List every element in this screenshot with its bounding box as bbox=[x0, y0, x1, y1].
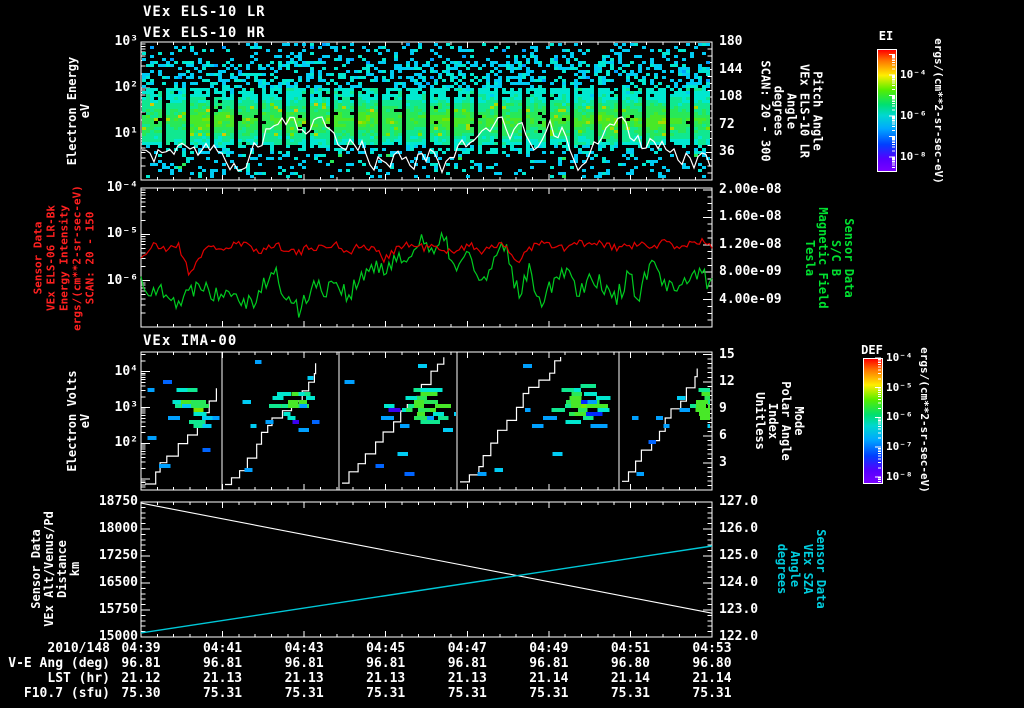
tick-label: 96.81 bbox=[202, 656, 243, 671]
tick-label: 9 bbox=[719, 400, 727, 416]
tick-label: 10⁻⁸ bbox=[886, 470, 913, 483]
tick-label: 21.14 bbox=[529, 671, 569, 686]
tick-label: 10² bbox=[114, 80, 138, 95]
tick-label: 10⁻⁵ bbox=[106, 226, 138, 242]
tick-label: 1.20e-08 bbox=[719, 236, 782, 252]
tick-label: 75.31 bbox=[529, 686, 569, 701]
tick-label: 10⁻⁵ bbox=[886, 381, 913, 394]
tick-label: 126.0 bbox=[719, 521, 759, 536]
tick-label: 96.81 bbox=[366, 656, 406, 671]
tick-label: 1.60e-08 bbox=[719, 209, 782, 225]
tick-label: 10⁻⁷ bbox=[886, 440, 913, 453]
tick-label: 18750 bbox=[98, 494, 138, 509]
tick-label: 15 bbox=[719, 346, 735, 362]
tick-label: 180 bbox=[719, 34, 743, 49]
tick-label: 4.00e-09 bbox=[719, 291, 782, 307]
tick-label: 75.31 bbox=[692, 686, 732, 701]
tick-label: 21.14 bbox=[610, 671, 650, 686]
tick-label: 10³ bbox=[114, 34, 138, 49]
tick-label: 96.80 bbox=[692, 656, 732, 671]
tick-label: 10⁻⁴ bbox=[106, 180, 138, 195]
tick-label: 17250 bbox=[98, 548, 138, 563]
tick-label: 16500 bbox=[98, 575, 138, 590]
tick-label: 75.31 bbox=[202, 686, 243, 701]
tick-label: 04:47 bbox=[447, 641, 487, 656]
tick-label: 10⁻⁸ bbox=[900, 150, 927, 163]
tick-label: 04:51 bbox=[610, 641, 650, 656]
tick-label: 8.00e-09 bbox=[719, 264, 782, 280]
tick-label: 10⁻⁶ bbox=[886, 410, 913, 423]
tick-label: 72 bbox=[719, 116, 735, 132]
tick-label: 96.81 bbox=[447, 656, 487, 671]
tick-label: 04:41 bbox=[202, 641, 243, 656]
tick-label: 21.13 bbox=[202, 671, 243, 686]
tick-label: 10⁴ bbox=[114, 363, 138, 379]
tick-label: 75.30 bbox=[121, 686, 161, 701]
tick-label: 18000 bbox=[98, 521, 138, 536]
tick-label: 75.31 bbox=[447, 686, 487, 701]
tick-label: 6 bbox=[719, 427, 727, 443]
tick-label: 96.81 bbox=[284, 656, 324, 671]
tick-label: 21.12 bbox=[121, 671, 161, 686]
tick-label: 21.14 bbox=[692, 671, 732, 686]
tick-label: 10¹ bbox=[114, 126, 138, 141]
tick-label: 96.80 bbox=[610, 656, 650, 671]
tick-label: 10⁻⁴ bbox=[886, 351, 913, 364]
tick-label: 21.13 bbox=[366, 671, 406, 686]
tick-label: 10⁻⁶ bbox=[106, 272, 138, 288]
tick-label: 96.81 bbox=[529, 656, 569, 671]
tick-label: 04:39 bbox=[121, 641, 161, 656]
tick-label: 75.31 bbox=[366, 686, 406, 701]
tick-label: 123.0 bbox=[719, 602, 759, 617]
tick-label: 108 bbox=[719, 89, 743, 105]
tick-label: 3 bbox=[719, 454, 727, 470]
tick-label: 127.0 bbox=[719, 494, 759, 509]
tick-label: 10² bbox=[114, 435, 138, 451]
tick-label: 04:43 bbox=[284, 641, 324, 656]
tick-label: 144 bbox=[719, 61, 743, 77]
tick-label: 75.31 bbox=[610, 686, 650, 701]
tick-label: 12 bbox=[719, 373, 735, 389]
tick-label: 96.81 bbox=[121, 656, 161, 671]
tick-label: 04:45 bbox=[366, 641, 406, 656]
tick-label: 124.0 bbox=[719, 575, 759, 590]
tick-label: 04:49 bbox=[529, 641, 569, 656]
tick-label: 10⁻⁶ bbox=[900, 109, 927, 122]
tick-label: 04:53 bbox=[692, 641, 732, 656]
plots-canvas bbox=[140, 41, 895, 638]
tick-label: 21.13 bbox=[447, 671, 487, 686]
tick-label: 125.0 bbox=[719, 548, 759, 563]
tick-label: 36 bbox=[719, 144, 735, 160]
tick-label: 15750 bbox=[98, 602, 138, 617]
tick-label: 10⁻⁴ bbox=[900, 68, 927, 81]
tick-label: 2.00e-08 bbox=[719, 181, 782, 197]
vex-plot-screen: VEx ELS-10 LR VEx ELS-10 HR VEx IMA-00 E… bbox=[0, 0, 1024, 708]
tick-label: 10³ bbox=[114, 399, 138, 415]
tick-label: 21.13 bbox=[284, 671, 324, 686]
tick-label: 75.31 bbox=[284, 686, 324, 701]
